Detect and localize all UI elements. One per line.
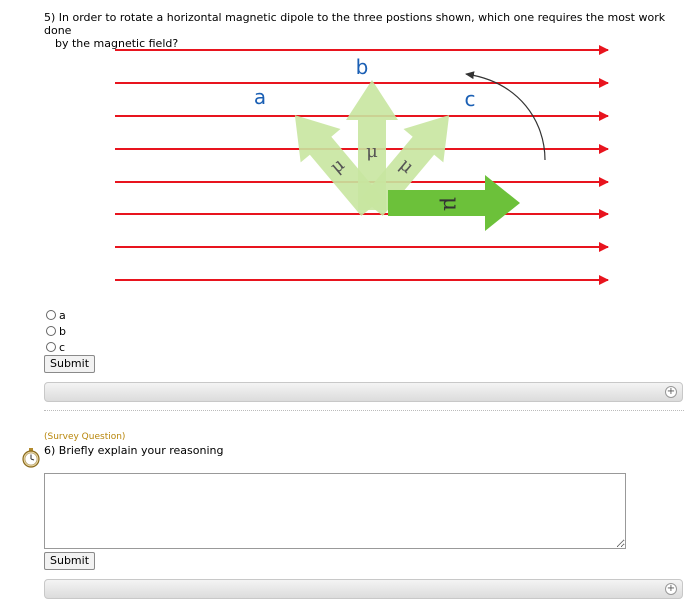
label-a: a bbox=[254, 85, 266, 109]
question-6-text: 6) Briefly explain your reasoning bbox=[44, 444, 224, 457]
label-c: c bbox=[465, 87, 476, 111]
feedback-bar-q6[interactable]: + bbox=[44, 579, 683, 599]
option-b[interactable]: b bbox=[46, 323, 66, 339]
radio-c[interactable] bbox=[46, 342, 56, 352]
section-divider bbox=[44, 410, 684, 411]
reasoning-textarea[interactable] bbox=[44, 473, 626, 549]
radio-b[interactable] bbox=[46, 326, 56, 336]
magnetic-dipole-figure: μ μ μ μ a b c bbox=[115, 45, 609, 285]
label-b: b bbox=[356, 55, 369, 79]
mu-label-horizontal: μ bbox=[438, 197, 463, 211]
submit-button-q6[interactable]: Submit bbox=[44, 552, 96, 570]
radio-a[interactable] bbox=[46, 310, 56, 320]
option-b-label: b bbox=[59, 324, 66, 338]
answer-options: a b c bbox=[46, 307, 66, 355]
question-5-line-1: 5) In order to rotate a horizontal magne… bbox=[44, 11, 666, 37]
mu-label-b: μ bbox=[366, 141, 378, 162]
option-c-label: c bbox=[59, 340, 66, 354]
option-a[interactable]: a bbox=[46, 307, 66, 323]
expand-plus-icon[interactable]: + bbox=[665, 583, 677, 595]
feedback-bar-q5[interactable]: + bbox=[44, 382, 683, 402]
submit-button-q5[interactable]: Submit bbox=[44, 355, 96, 373]
option-a-label: a bbox=[59, 308, 66, 322]
survey-question-tag: (Survey Question) bbox=[44, 432, 126, 442]
stopwatch-icon bbox=[22, 448, 40, 468]
option-c[interactable]: c bbox=[46, 339, 66, 355]
expand-plus-icon[interactable]: + bbox=[665, 386, 677, 398]
